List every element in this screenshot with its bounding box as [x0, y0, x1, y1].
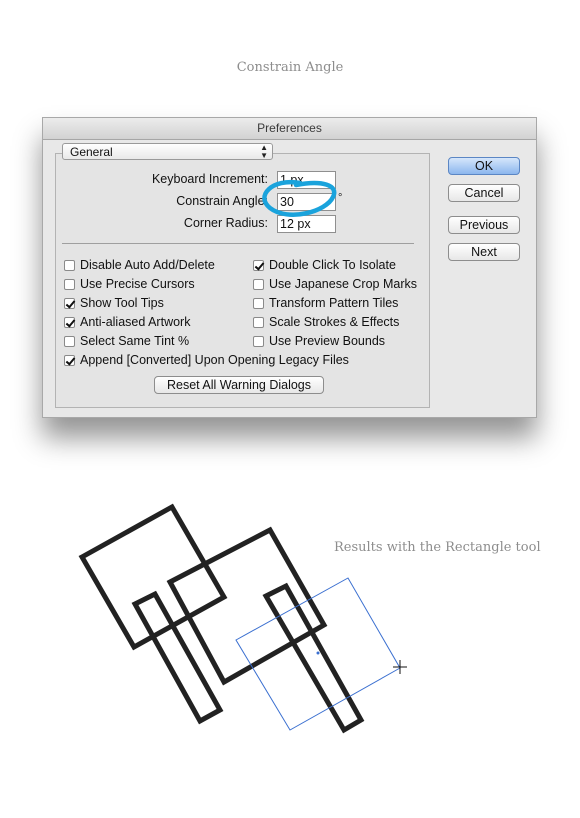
illustration-layer: [78, 179, 407, 734]
caption-rectangle-results: Results with the Rectangle tool: [334, 540, 541, 555]
rotated-rectangle-large-1: [78, 503, 228, 651]
annotation-circle: [262, 179, 337, 217]
selection-center-point: [316, 651, 320, 655]
rotated-rectangle-tall-1: [131, 590, 224, 725]
crosshair-cursor-icon: [393, 660, 407, 674]
